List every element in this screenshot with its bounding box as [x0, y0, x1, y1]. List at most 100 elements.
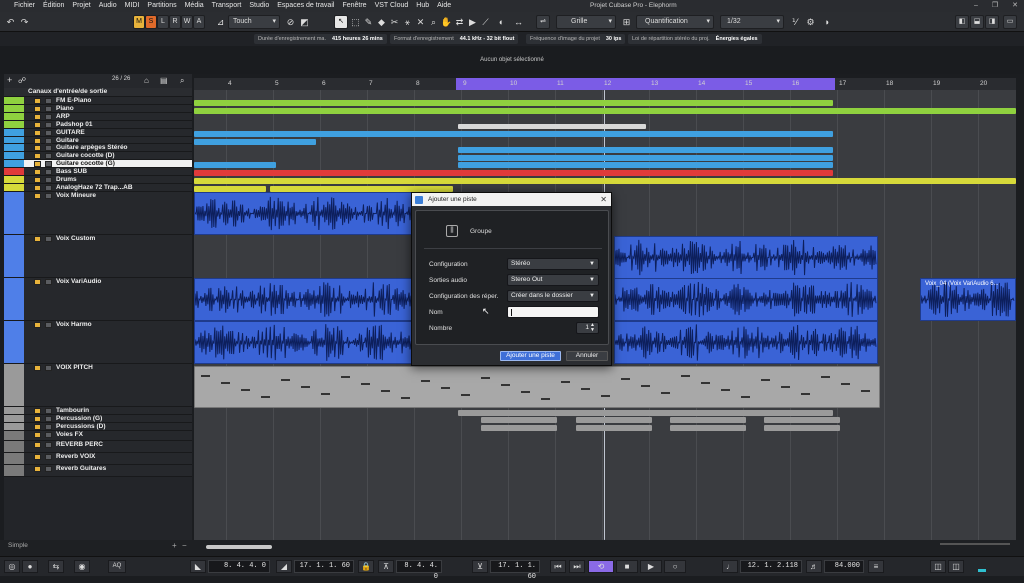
track-color-strip[interactable] [4, 184, 24, 191]
search-icon[interactable]: ⌕ [180, 76, 184, 86]
mute-button[interactable] [34, 365, 41, 371]
track-row[interactable]: Voix Mineure [4, 192, 192, 235]
menu-transport[interactable]: Transport [208, 0, 246, 12]
track-visibility-icon[interactable]: ⌂ [144, 76, 149, 85]
track-color-strip[interactable] [4, 144, 24, 151]
line-tool-icon[interactable]: ⟋ [479, 15, 492, 29]
left-locator-field[interactable]: 8. 4. 4. 0 [208, 560, 270, 573]
play-tool-icon[interactable]: ▶ [466, 15, 479, 29]
mute-button[interactable] [34, 122, 41, 128]
eraser-icon[interactable]: ◆ [375, 15, 388, 29]
record-mode-icon[interactable]: ● [22, 560, 38, 573]
track-color-strip[interactable] [4, 192, 24, 234]
horizontal-scrollbar[interactable] [206, 545, 272, 549]
gear-icon[interactable]: ⚙ [804, 15, 817, 29]
right-zone-icon[interactable]: ◨ [985, 15, 999, 29]
solo-button[interactable] [45, 424, 52, 430]
stop-icon[interactable]: ■ [616, 560, 638, 573]
track-color-strip[interactable] [4, 97, 24, 104]
track-color-strip[interactable] [4, 465, 24, 476]
lower-zone-icon[interactable]: ⬓ [970, 15, 984, 29]
mute-button[interactable] [34, 145, 41, 151]
color-icon[interactable]: ◐ [495, 15, 508, 29]
solo-mode-button[interactable]: S [145, 15, 157, 29]
track-color-strip[interactable] [4, 176, 24, 183]
mute-button[interactable] [34, 408, 41, 414]
automation-mode-select[interactable]: Touch ▾ [228, 15, 280, 29]
palette-icon[interactable]: ◑ [820, 15, 833, 29]
event-part[interactable] [458, 155, 833, 161]
mute-button[interactable] [34, 185, 41, 191]
event-part[interactable] [576, 425, 652, 431]
quantize-type-select[interactable]: Quantification ▾ [636, 15, 714, 29]
track-row[interactable]: Voies FX [4, 431, 192, 441]
auto-scroll-icon[interactable]: ↔ [512, 15, 525, 29]
hand-icon[interactable]: ✋ [440, 15, 453, 29]
track-color-strip[interactable] [4, 415, 24, 422]
solo-button[interactable] [45, 279, 52, 285]
left-locator-icon[interactable]: ◣ [190, 560, 206, 573]
solo-button[interactable] [45, 454, 52, 460]
event-part[interactable] [194, 162, 276, 168]
solo-button[interactable] [45, 236, 52, 242]
listen-mode-button[interactable]: L [157, 15, 169, 29]
metronome-icon[interactable]: ♩ [722, 560, 738, 573]
track-row[interactable]: Piano [4, 105, 192, 113]
undo-icon[interactable]: ↶ [4, 15, 17, 29]
solo-button[interactable] [45, 122, 52, 128]
solo-button[interactable] [45, 408, 52, 414]
track-row[interactable]: Guitare [4, 137, 192, 144]
event-part[interactable] [194, 131, 833, 137]
solo-button[interactable] [45, 169, 52, 175]
cycle-icon[interactable]: ⟲ [588, 560, 614, 573]
track-row[interactable]: Bass SUB [4, 168, 192, 176]
mute-button[interactable] [34, 98, 41, 104]
audio-event[interactable]: Voix_04 (Voix VariAudio 6... [920, 278, 1016, 321]
track-row[interactable]: AnalogHaze 72 Trap...AB [4, 184, 192, 192]
minimize-icon[interactable]: – [974, 0, 978, 12]
audio-event[interactable] [614, 278, 878, 321]
track-color-strip[interactable] [4, 431, 24, 440]
track-color-strip[interactable] [4, 364, 24, 406]
tempo-track-icon[interactable]: ≡ [868, 560, 884, 573]
layout-icon[interactable]: ▭ [1003, 15, 1017, 29]
track-row[interactable]: FM E-Piano [4, 97, 192, 105]
event-part[interactable] [194, 170, 833, 176]
track-row[interactable]: Percussions (D) [4, 423, 192, 431]
track-color-strip[interactable] [4, 453, 24, 464]
folder-config-select[interactable]: Créer dans le dossier ▼ [507, 290, 599, 302]
track-row[interactable]: Drums [4, 176, 192, 184]
menu-fenetre[interactable]: Fenêtre [338, 0, 370, 12]
track-color-strip[interactable] [4, 168, 24, 175]
solo-button[interactable] [45, 365, 52, 371]
tempo-field[interactable]: 84.000 [824, 560, 864, 573]
solo-button[interactable] [45, 416, 52, 422]
menu-fichier[interactable]: Fichier [10, 0, 39, 12]
event-part[interactable] [458, 410, 833, 416]
solo-button[interactable] [45, 114, 52, 120]
event-part[interactable] [576, 417, 652, 423]
track-color-strip[interactable] [4, 235, 24, 277]
track-row[interactable]: GUITARE [4, 129, 192, 137]
mute-button[interactable] [34, 454, 41, 460]
track-row[interactable]: Voix Harmo [4, 321, 192, 364]
audio-event[interactable] [194, 321, 414, 364]
solo-button[interactable] [45, 130, 52, 136]
mute-button[interactable] [34, 322, 41, 328]
add-track-button[interactable]: Ajouter une piste [500, 351, 561, 361]
track-color-strip[interactable] [4, 423, 24, 430]
solo-button[interactable] [45, 322, 52, 328]
apply-quantize-icon[interactable]: ⅟ [788, 15, 801, 29]
quantize-value-select[interactable]: 1/32 ▾ [720, 15, 784, 29]
menu-edition[interactable]: Édition [39, 0, 68, 12]
track-color-strip[interactable] [4, 278, 24, 320]
track-color-strip[interactable] [4, 152, 24, 159]
track-color-strip[interactable] [4, 121, 24, 128]
stepper-arrows-icon[interactable]: ▲ ▼ [590, 323, 595, 333]
solo-button[interactable] [45, 432, 52, 438]
event-part[interactable] [764, 417, 840, 423]
settings-icon[interactable]: ◎ [4, 560, 20, 573]
event-part[interactable] [458, 147, 833, 153]
play-icon[interactable]: ▶ [640, 560, 662, 573]
count-stepper[interactable]: 1 ▲ ▼ [576, 322, 599, 334]
